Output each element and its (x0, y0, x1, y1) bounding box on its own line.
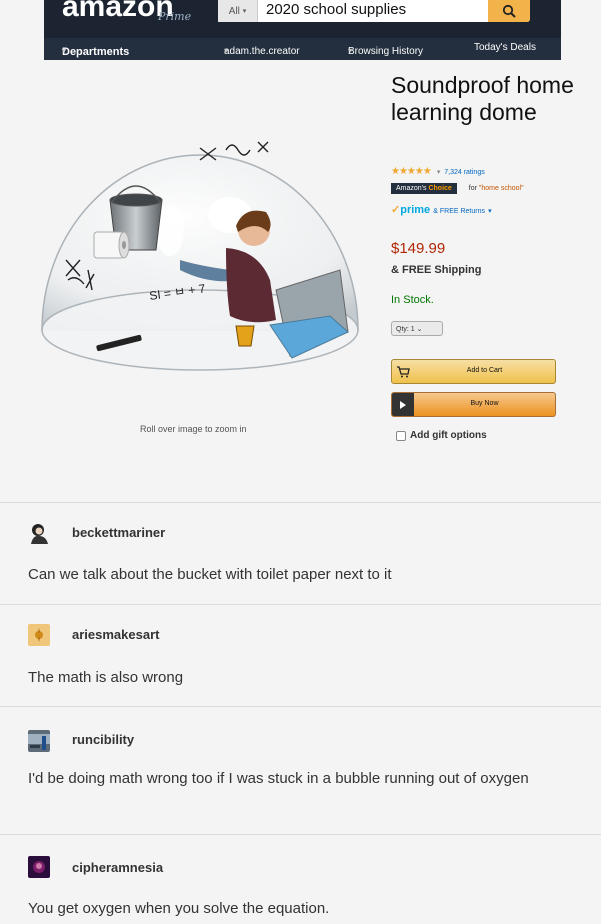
product-price: $149.99 (391, 240, 446, 257)
amazons-choice-row: Amazon's Choice for "home school" (391, 183, 524, 194)
divider (0, 502, 601, 503)
buy-now-button[interactable]: Buy Now (391, 392, 556, 417)
product-title: Soundproof home learning dome (391, 72, 574, 125)
star-rating-icon: ★★★★★ (391, 166, 432, 177)
chevron-down-icon: ▾ (436, 169, 441, 176)
add-to-cart-button[interactable]: Add to Cart (391, 359, 556, 384)
checkbox-icon (396, 430, 406, 441)
avatar[interactable] (28, 856, 50, 878)
post-text: You get oxygen when you solve the equati… (28, 900, 330, 917)
amazons-choice-badge: Amazon's Choice (391, 183, 457, 194)
amazon-nav: Departments ▾ adam.the.creator ▾ Browsin… (44, 38, 561, 60)
post-username[interactable]: cipheramnesia (72, 860, 163, 875)
post-text: The math is also wrong (28, 669, 184, 686)
cart-icon (392, 360, 414, 383)
chevron-down-icon: ⌄ (416, 326, 423, 333)
avatar[interactable] (28, 730, 50, 752)
search-icon (502, 4, 516, 18)
post-username[interactable]: beckettmariner (72, 525, 165, 540)
zoom-hint: Roll over image to zoom in (140, 424, 247, 434)
post-text: Can we talk about the bucket with toilet… (28, 566, 392, 583)
quantity-select[interactable]: Qty: 1 ⌄ (391, 321, 443, 336)
check-icon: ✓ (391, 204, 401, 216)
product-image[interactable]: SI = ㅂ + 7 (30, 120, 370, 410)
rating-row[interactable]: ★★★★★ ▾ 7,324 ratings (391, 166, 485, 177)
post-username[interactable]: ariesmakesart (72, 627, 159, 642)
avatar[interactable] (28, 624, 50, 646)
post-text: I'd be doing math wrong too if I was stu… (28, 770, 529, 787)
divider (0, 706, 601, 707)
todays-deals-link[interactable]: Today's Deals (474, 42, 536, 53)
prime-logo-text: Prime (158, 10, 192, 23)
stock-status: In Stock. (391, 294, 434, 306)
prime-label: prime (400, 204, 431, 216)
shipping-info: & FREE Shipping (391, 264, 482, 276)
free-returns-link[interactable]: & FREE Returns (433, 208, 485, 215)
search-category-select[interactable]: All ▾ (218, 0, 258, 22)
choice-query[interactable]: "home school" (479, 185, 524, 192)
post-username[interactable]: runcibility (72, 732, 134, 747)
avatar[interactable] (28, 522, 50, 544)
amazon-logo[interactable]: amazon (62, 0, 174, 24)
search-bar: All ▾ 2020 school supplies (218, 0, 530, 22)
gift-options-checkbox[interactable]: Add gift options (396, 430, 487, 441)
play-icon (392, 393, 414, 416)
chevron-down-icon: ▾ (488, 208, 492, 215)
divider (0, 834, 601, 835)
search-button[interactable] (488, 0, 530, 22)
prime-row: ✓prime & FREE Returns ▾ (391, 203, 492, 216)
ratings-count[interactable]: 7,324 ratings (444, 169, 484, 176)
amazon-header: amazon Prime All ▾ 2020 school supplies (44, 0, 561, 38)
divider (0, 604, 601, 605)
search-input[interactable]: 2020 school supplies (258, 0, 488, 22)
